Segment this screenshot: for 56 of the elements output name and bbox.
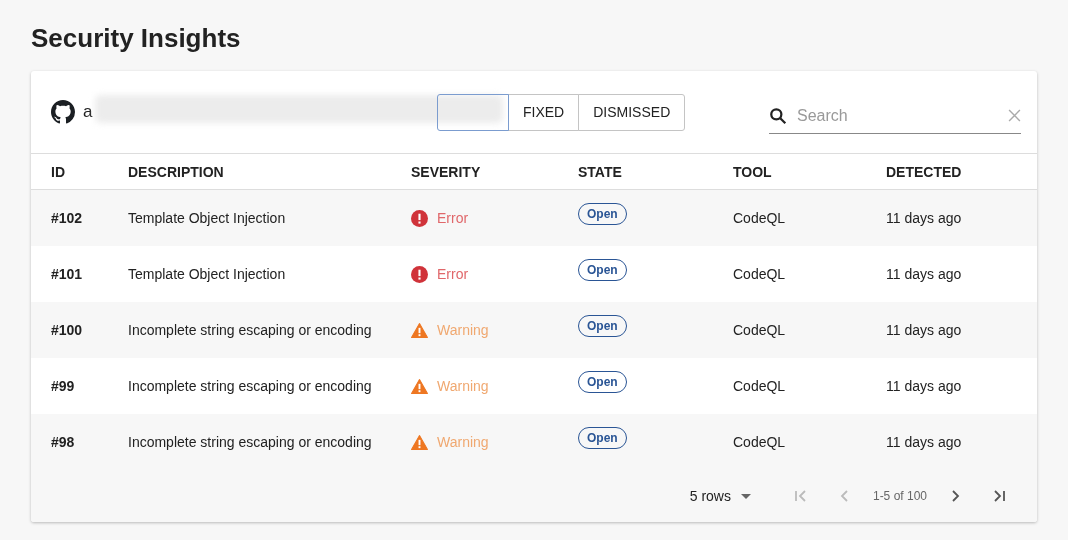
severity-label: Warning — [437, 378, 489, 394]
detected-time: 11 days ago — [886, 266, 963, 282]
severity-label: Warning — [437, 322, 489, 338]
warning-icon — [411, 378, 428, 394]
error-icon — [411, 209, 428, 227]
severity-label: Error — [437, 266, 469, 282]
alert-id: #102 — [51, 210, 84, 226]
severity-label: Error — [437, 210, 469, 226]
warning-icon — [411, 434, 428, 450]
alert-description: Template Object Injection — [128, 210, 287, 226]
tool-name: CodeQL — [733, 434, 787, 450]
column-header: ID — [51, 163, 66, 180]
alert-row[interactable]: #98 Incomplete string escaping or encoding Warning Open CodeQL 11 days ago — [31, 414, 1037, 470]
alert-description: Incomplete string escaping or encoding — [128, 322, 373, 338]
tool-name: CodeQL — [733, 266, 787, 282]
first-chevron-icon — [792, 488, 809, 504]
repo-name: a — [83, 102, 93, 122]
column-header: DETECTED — [886, 163, 963, 180]
alert-id: #100 — [51, 322, 84, 338]
octocat-icon — [51, 100, 75, 124]
error-icon — [411, 265, 428, 283]
alert-id: #101 — [51, 266, 84, 282]
warning-icon — [411, 322, 428, 338]
search-input[interactable]: Search — [795, 105, 1000, 126]
alert-row[interactable]: #102 Template Object Injection Error Open CodeQL 11 days ago — [31, 190, 1037, 246]
last-chevron-icon — [991, 488, 1007, 504]
tool-name: CodeQL — [733, 378, 787, 394]
severity-label: Warning — [437, 434, 489, 450]
alert-description: Template Object Injection — [128, 266, 287, 282]
clear-icon[interactable] — [1008, 109, 1021, 122]
alert-description: Incomplete string escaping or encoding — [128, 434, 373, 450]
alert-id: #99 — [51, 378, 76, 394]
search-field[interactable]: Search — [769, 98, 1021, 134]
filter-toggle[interactable]: DISMISSED — [578, 93, 686, 131]
alert-row[interactable]: #100 Incomplete string escaping or encoding Warning Open CodeQL 11 days ago — [31, 302, 1037, 358]
tool-name: CodeQL — [733, 210, 787, 226]
caret-icon — [740, 493, 751, 499]
column-header: STATE — [578, 163, 623, 180]
detected-time: 11 days ago — [886, 434, 963, 450]
detected-time: 11 days ago — [886, 322, 963, 338]
column-header: TOOL — [733, 163, 773, 180]
alert-id: #98 — [51, 434, 76, 450]
page-title: Security Insights — [31, 22, 242, 55]
detected-time: 11 days ago — [886, 210, 963, 226]
filter-toggle[interactable]: FIXED — [508, 93, 580, 131]
rows-per-page-select[interactable]: 5 rows — [683, 487, 757, 505]
column-header: DESCRIPTION — [128, 163, 225, 180]
tool-name: CodeQL — [733, 322, 787, 338]
filter-toggle[interactable] — [437, 93, 509, 131]
alert-description: Incomplete string escaping or encoding — [128, 378, 373, 394]
search-icon — [769, 106, 787, 125]
alert-row[interactable]: #99 Incomplete string escaping or encoding Warning Open CodeQL 11 days ago — [31, 358, 1037, 414]
alert-row[interactable]: #101 Template Object Injection Error Open CodeQL 11 days ago — [31, 246, 1037, 302]
column-header: SEVERITY — [411, 163, 482, 180]
detected-time: 11 days ago — [886, 378, 963, 394]
page-range: 1-5 of 100 — [872, 489, 927, 503]
